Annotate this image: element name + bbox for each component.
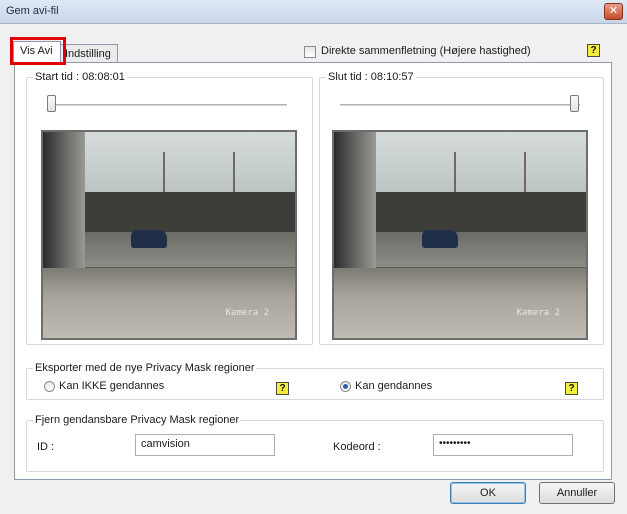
end-video-frame: Kamera 2 <box>332 130 588 340</box>
radio-restore-label: Kan gendannes <box>355 380 433 392</box>
camera-overlay-label: Kamera 2 <box>516 308 560 318</box>
start-time-label: Start tid : 08:08:01 <box>33 71 127 83</box>
remove-privacy-title: Fjern gendansbare Privacy Mask regioner <box>33 414 242 426</box>
export-privacy-title: Eksporter med de nye Privacy Mask region… <box>33 362 257 374</box>
cancel-button[interactable]: Annuller <box>539 482 615 504</box>
start-slider-thumb[interactable] <box>47 95 56 112</box>
password-field[interactable]: ••••••••• <box>433 434 573 456</box>
video-fence <box>364 192 586 232</box>
tab-vis-avi[interactable]: Vis Avi <box>13 41 61 63</box>
close-button[interactable]: ✕ <box>604 3 623 20</box>
radio-restore[interactable] <box>340 381 351 392</box>
export-privacy-group: Eksporter med de nye Privacy Mask region… <box>26 362 604 400</box>
camera-overlay-label: Kamera 2 <box>225 308 269 318</box>
video-car <box>131 230 167 248</box>
start-video-frame: Kamera 2 <box>41 130 297 340</box>
help-icon[interactable]: ? <box>565 382 578 395</box>
password-label: Kodeord : <box>333 441 381 453</box>
ok-button[interactable]: OK <box>450 482 526 504</box>
video-window-sill <box>43 268 295 338</box>
video-window-sill <box>334 268 586 338</box>
dialog-body: Vis Avi Indstilling Direkte sammenfletni… <box>0 24 627 514</box>
end-slider-thumb[interactable] <box>570 95 579 112</box>
id-label: ID : <box>37 441 55 453</box>
end-time-label: Slut tid : 08:10:57 <box>326 71 416 83</box>
start-time-group: Start tid : 08:08:01 Kamera 2 <box>26 71 313 345</box>
id-field[interactable]: camvision <box>135 434 275 456</box>
video-car <box>422 230 458 248</box>
tab-indstilling[interactable]: Indstilling <box>58 44 118 64</box>
start-slider-track[interactable] <box>47 104 287 106</box>
window-title: Gem avi-fil <box>6 5 59 17</box>
radio-no-restore-label: Kan IKKE gendannes <box>59 380 165 392</box>
tab-panel-vis-avi: Start tid : 08:08:01 Kamera 2 Slut tid :… <box>14 62 612 480</box>
help-icon[interactable]: ? <box>276 382 289 395</box>
direct-merge-checkbox[interactable] <box>304 46 316 58</box>
direct-merge-label: Direkte sammenfletning (Højere hastighed… <box>321 45 531 57</box>
end-time-group: Slut tid : 08:10:57 Kamera 2 <box>319 71 604 345</box>
radio-no-restore[interactable] <box>44 381 55 392</box>
video-fence <box>73 192 295 232</box>
end-slider-track[interactable] <box>340 104 580 106</box>
help-icon[interactable]: ? <box>587 44 600 57</box>
title-bar: Gem avi-fil ✕ <box>0 0 627 24</box>
remove-privacy-group: Fjern gendansbare Privacy Mask regioner … <box>26 414 604 472</box>
